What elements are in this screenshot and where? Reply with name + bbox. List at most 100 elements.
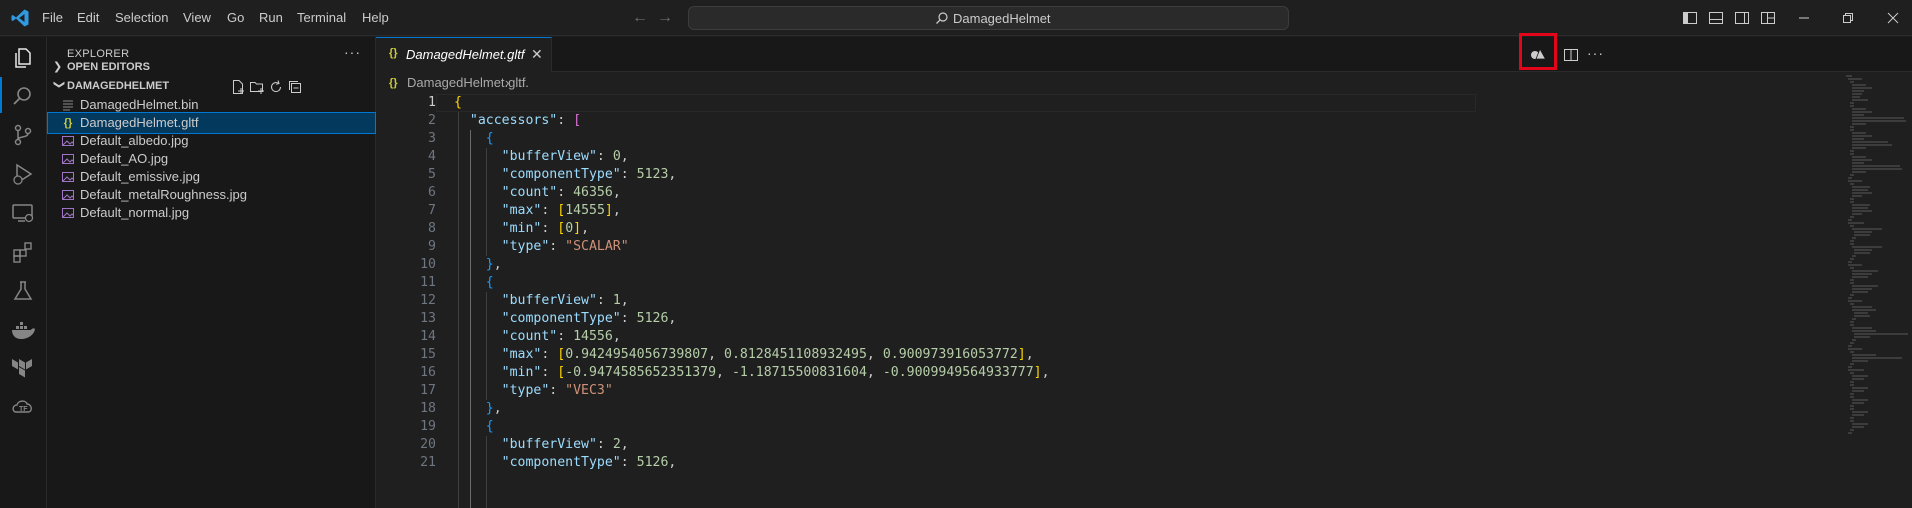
image-file-icon bbox=[61, 134, 75, 148]
code-line: 9 "type": "SCALAR" bbox=[376, 238, 1476, 256]
more-actions-icon[interactable]: ··· bbox=[1587, 45, 1604, 61]
code-line: 5 "componentType": 5123, bbox=[376, 166, 1476, 184]
code-text: { bbox=[485, 419, 494, 434]
toggle-primary-sidebar-icon[interactable] bbox=[1682, 10, 1698, 26]
code-text: }, bbox=[485, 401, 502, 416]
code-line: 1{ bbox=[376, 94, 1476, 112]
search-icon[interactable] bbox=[10, 83, 36, 109]
menu-help[interactable]: Help bbox=[362, 9, 389, 27]
new-file-icon[interactable] bbox=[230, 79, 246, 95]
code-text: "count": 14556, bbox=[501, 329, 621, 344]
line-number: 10 bbox=[420, 257, 436, 272]
customize-layout-icon[interactable] bbox=[1760, 10, 1776, 26]
json-braces-icon: {} bbox=[63, 117, 73, 129]
tab-damagedhelmet-gltf[interactable]: {} DamagedHelmet.gltf ✕ bbox=[376, 37, 552, 72]
json-braces-icon: {} bbox=[389, 77, 398, 89]
line-number: 20 bbox=[420, 437, 436, 452]
code-line: 8 "min": [0], bbox=[376, 220, 1476, 238]
code-line: 15 "max": [0.9424954056739807, 0.8128451… bbox=[376, 346, 1476, 364]
code-line: 18 }, bbox=[376, 400, 1476, 418]
code-text: "accessors": [ bbox=[469, 113, 582, 128]
image-file-icon bbox=[61, 170, 75, 184]
code-text: "componentType": 5126, bbox=[501, 455, 677, 470]
breadcrumb: {} DamagedHelmet.gltf › ... bbox=[376, 72, 1912, 94]
breadcrumb-more[interactable]: ... bbox=[518, 72, 529, 94]
line-number: 12 bbox=[420, 293, 436, 308]
line-number: 2 bbox=[428, 113, 436, 128]
forward-arrow-icon[interactable]: → bbox=[657, 9, 673, 27]
close-tab-icon[interactable]: ✕ bbox=[531, 46, 543, 63]
code-text: "max": [0.9424954056739807, 0.8128451108… bbox=[501, 347, 1034, 362]
code-line: 4 "bufferView": 0, bbox=[376, 148, 1476, 166]
code-text: { bbox=[485, 131, 494, 146]
code-text: "bufferView": 1, bbox=[501, 293, 629, 308]
remote-explorer-icon[interactable] bbox=[10, 200, 36, 226]
code-text: "type": "SCALAR" bbox=[501, 239, 629, 254]
collapse-all-icon[interactable] bbox=[287, 79, 303, 95]
code-line: 16 "min": [-0.9474585652351379, -1.18715… bbox=[376, 364, 1476, 382]
menu-edit[interactable]: Edit bbox=[77, 9, 99, 27]
refresh-icon[interactable] bbox=[268, 79, 284, 95]
code-line: 14 "count": 14556, bbox=[376, 328, 1476, 346]
code-line: 21 "componentType": 5126, bbox=[376, 454, 1476, 472]
source-control-icon[interactable] bbox=[10, 122, 36, 148]
code-editor[interactable]: 1{2 "accessors": [ 3 {4 "bufferView": 0, 5… bbox=[376, 94, 1476, 508]
command-center-label: DamagedHelmet bbox=[953, 11, 1051, 26]
menu-view[interactable]: View bbox=[183, 9, 211, 27]
line-number: 14 bbox=[420, 329, 436, 344]
json-braces-icon: {} bbox=[389, 47, 398, 59]
toggle-panel-icon[interactable] bbox=[1708, 10, 1724, 26]
explorer-icon[interactable] bbox=[10, 45, 36, 71]
line-number: 18 bbox=[420, 401, 436, 416]
search-icon bbox=[936, 12, 948, 24]
menu-terminal[interactable]: Terminal bbox=[297, 9, 346, 27]
active-indicator bbox=[0, 77, 2, 113]
line-number: 9 bbox=[428, 239, 436, 254]
file-item[interactable]: Default_normal.jpg bbox=[47, 202, 376, 224]
title-bar: File Edit Selection View Go Run Terminal… bbox=[0, 0, 1912, 36]
editor-area: {} DamagedHelmet.gltf ✕ ··· {} DamagedHe… bbox=[376, 33, 1912, 508]
code-text: { bbox=[485, 275, 494, 290]
code-text: "min": [-0.9474585652351379, -1.18715500… bbox=[501, 365, 1050, 380]
testing-icon[interactable] bbox=[10, 278, 36, 304]
back-arrow-icon[interactable]: ← bbox=[632, 9, 648, 27]
code-text: "bufferView": 2, bbox=[501, 437, 629, 452]
minimap[interactable] bbox=[1842, 72, 1912, 508]
code-line: 6 "count": 46356, bbox=[376, 184, 1476, 202]
line-number: 8 bbox=[428, 221, 436, 236]
code-text: "type": "VEC3" bbox=[501, 383, 613, 398]
code-text: "min": [0], bbox=[501, 221, 590, 236]
code-line: 17 "type": "VEC3" bbox=[376, 382, 1476, 400]
menu-file[interactable]: File bbox=[42, 9, 63, 27]
menu-run[interactable]: Run bbox=[259, 9, 283, 27]
line-number: 16 bbox=[420, 365, 436, 380]
code-line: 3 { bbox=[376, 130, 1476, 148]
menu-selection[interactable]: Selection bbox=[115, 9, 168, 27]
line-number: 11 bbox=[420, 275, 436, 290]
open-preview-icon[interactable] bbox=[1529, 45, 1547, 63]
menu-go[interactable]: Go bbox=[227, 9, 244, 27]
code-text: "count": 46356, bbox=[501, 185, 621, 200]
extensions-icon[interactable] bbox=[10, 239, 36, 265]
line-number: 4 bbox=[428, 149, 436, 164]
toggle-secondary-sidebar-icon[interactable] bbox=[1734, 10, 1750, 26]
split-editor-icon[interactable] bbox=[1563, 47, 1579, 63]
command-center-search[interactable]: DamagedHelmet bbox=[688, 6, 1289, 30]
image-file-icon bbox=[61, 206, 75, 220]
code-line: 13 "componentType": 5126, bbox=[376, 310, 1476, 328]
run-debug-icon[interactable] bbox=[10, 161, 36, 187]
line-number: 3 bbox=[428, 131, 436, 146]
code-line: 7 "max": [14555], bbox=[376, 202, 1476, 220]
docker-icon[interactable] bbox=[10, 317, 36, 343]
line-number: 17 bbox=[420, 383, 436, 398]
close-icon[interactable] bbox=[1883, 8, 1903, 28]
terraform-icon[interactable] bbox=[10, 355, 36, 381]
minimize-icon[interactable] bbox=[1794, 8, 1814, 28]
lines-file-icon bbox=[61, 98, 75, 112]
new-folder-icon[interactable] bbox=[249, 79, 265, 95]
vscode-logo-icon bbox=[11, 9, 29, 27]
restore-icon[interactable] bbox=[1838, 8, 1858, 28]
code-text: "componentType": 5123, bbox=[501, 167, 677, 182]
line-number: 15 bbox=[420, 347, 436, 362]
terraform-cloud-icon[interactable]: TF bbox=[10, 393, 36, 419]
